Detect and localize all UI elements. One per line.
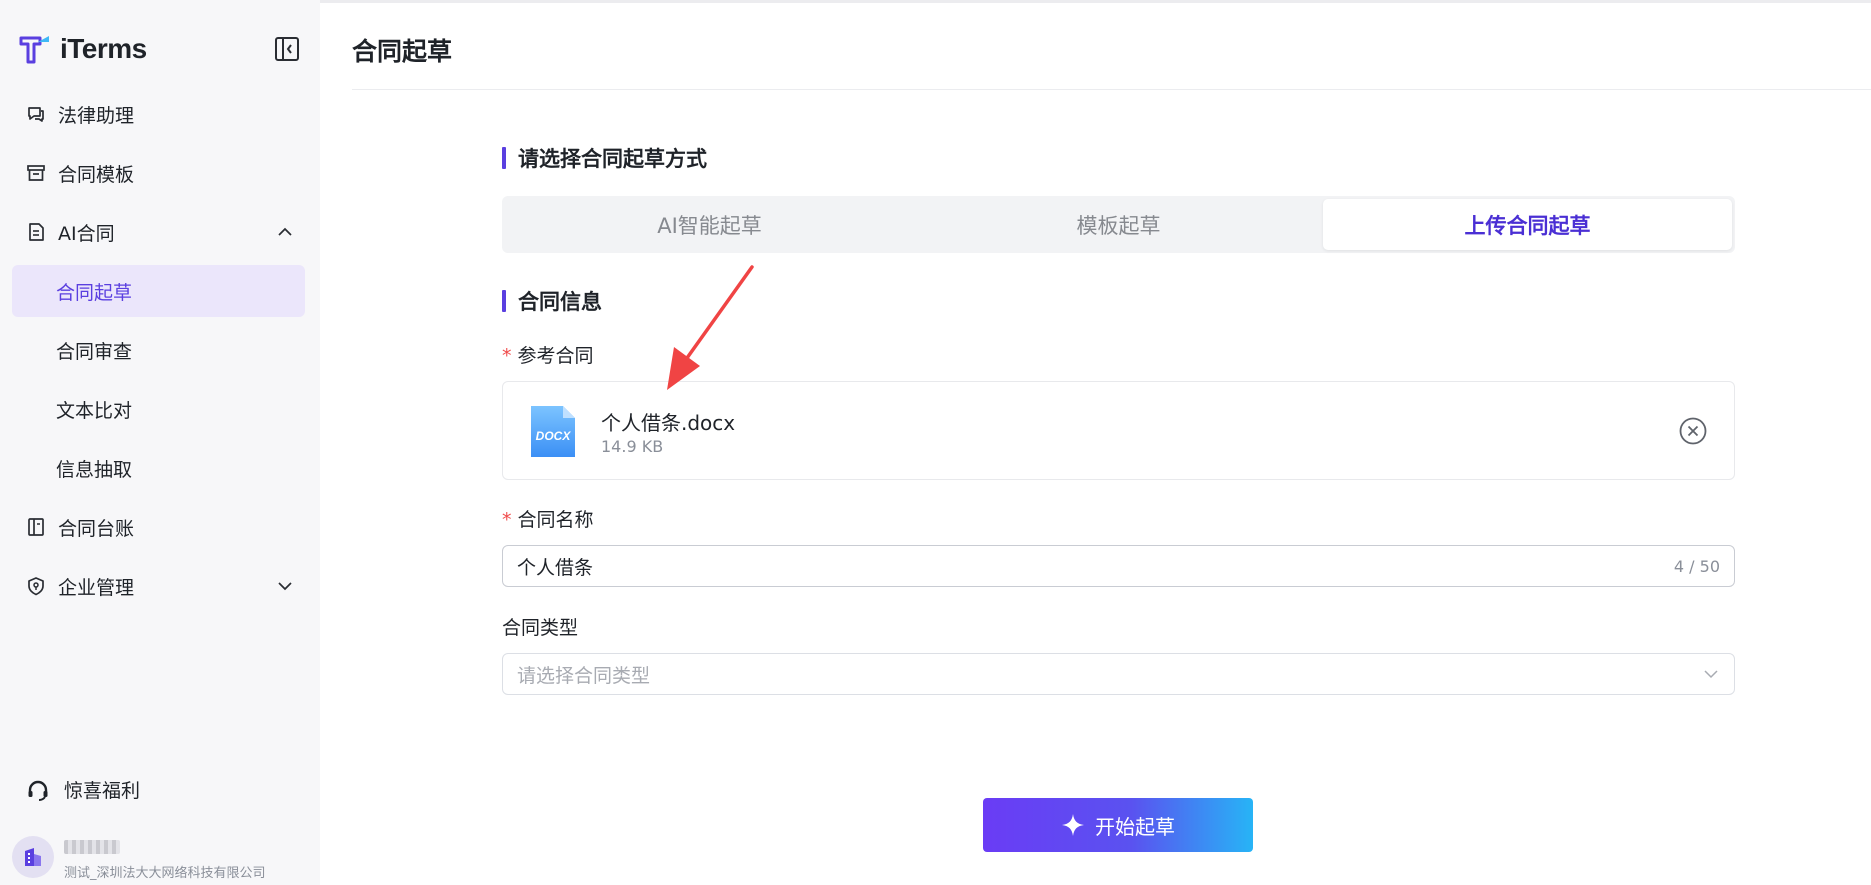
sidebar: iTerms 法律助理 合同模板 AI合同 合同起草 合同审查 文本比对 信息抽… — [0, 0, 320, 885]
tab-upload-drafting[interactable]: 上传合同起草 — [1323, 199, 1732, 250]
start-drafting-label: 开始起草 — [1095, 814, 1175, 839]
sidebar-item-label: AI合同 — [58, 222, 115, 245]
chevron-down-icon — [1704, 670, 1718, 679]
document-icon — [26, 222, 46, 242]
sidebar-item-text-compare[interactable]: 文本比对 — [12, 383, 305, 435]
sparkle-icon — [1062, 814, 1084, 836]
ledger-icon — [26, 517, 46, 537]
collapse-sidebar-icon[interactable] — [274, 36, 300, 62]
contract-name-label: * 合同名称 — [502, 505, 594, 532]
reference-contract-label-text: 参考合同 — [517, 345, 594, 367]
building-icon — [25, 848, 41, 866]
contract-name-label-text: 合同名称 — [517, 509, 594, 531]
sidebar-item-label: 惊喜福利 — [64, 780, 141, 802]
chat-icon — [26, 104, 46, 124]
file-type-badge: DOCX — [536, 429, 572, 443]
sidebar-item-contract-templates[interactable]: 合同模板 — [12, 147, 305, 199]
sidebar-item-surprise-benefits[interactable]: 惊喜福利 — [26, 776, 140, 803]
iterms-logo-icon — [19, 36, 49, 64]
required-mark: * — [502, 509, 512, 531]
contract-name-field[interactable]: 4 / 50 — [502, 545, 1735, 587]
shield-icon — [26, 576, 46, 596]
contract-type-select[interactable]: 请选择合同类型 — [502, 653, 1735, 695]
required-mark: * — [502, 345, 512, 367]
file-size: 14.9 KB — [601, 437, 664, 456]
user-profile[interactable]: 测试_深圳法大大网络科技有限公司 — [12, 836, 266, 881]
contract-type-placeholder: 请选择合同类型 — [517, 664, 651, 687]
file-name: 个人借条.docx — [601, 411, 736, 435]
char-counter: 4 / 50 — [1673, 556, 1720, 576]
sidebar-item-ai-contract[interactable]: AI合同 — [12, 206, 305, 258]
sidebar-item-contract-review[interactable]: 合同审查 — [12, 324, 305, 376]
user-org: 测试_深圳法大大网络科技有限公司 — [64, 866, 266, 881]
title-divider — [352, 89, 1871, 90]
sidebar-item-label: 合同模板 — [58, 163, 135, 186]
sidebar-item-label: 合同台账 — [58, 517, 135, 540]
chevron-up-icon[interactable] — [277, 224, 293, 240]
draft-method-tabs: AI智能起草 模板起草 上传合同起草 — [502, 196, 1735, 253]
info-section-title: 合同信息 — [502, 286, 602, 316]
sidebar-item-label: 信息抽取 — [56, 458, 133, 481]
remove-file-icon[interactable] — [1678, 416, 1708, 446]
sidebar-item-contract-drafting[interactable]: 合同起草 — [12, 265, 305, 317]
user-info: 测试_深圳法大大网络科技有限公司 — [64, 840, 266, 881]
tab-template-drafting[interactable]: 模板起草 — [914, 199, 1323, 250]
sidebar-item-enterprise-management[interactable]: 企业管理 — [12, 560, 305, 612]
method-section-title: 请选择合同起草方式 — [502, 143, 707, 173]
avatar — [12, 836, 54, 878]
brand-logo[interactable]: iTerms — [18, 32, 147, 66]
user-name-redacted — [64, 840, 120, 854]
sidebar-item-label: 企业管理 — [58, 576, 135, 599]
sidebar-item-legal-assistant[interactable]: 法律助理 — [12, 88, 305, 140]
brand-name: iTerms — [60, 33, 147, 64]
sidebar-item-label: 合同起草 — [56, 281, 133, 304]
sidebar-item-label: 合同审查 — [56, 340, 133, 363]
contract-name-input[interactable] — [517, 555, 1674, 577]
reference-contract-label: * 参考合同 — [502, 341, 594, 368]
sidebar-nav: 法律助理 合同模板 AI合同 合同起草 合同审查 文本比对 信息抽取 合同台账 … — [12, 88, 305, 619]
sidebar-item-label: 法律助理 — [58, 104, 135, 127]
docx-file-icon: DOCX — [531, 406, 575, 457]
sidebar-item-contract-ledger[interactable]: 合同台账 — [12, 501, 305, 553]
sidebar-item-info-extraction[interactable]: 信息抽取 — [12, 442, 305, 494]
page-title: 合同起草 — [352, 37, 453, 66]
top-border — [320, 0, 1871, 3]
tab-ai-drafting[interactable]: AI智能起草 — [505, 199, 914, 250]
headset-icon — [28, 780, 48, 801]
archive-icon — [26, 163, 46, 183]
uploaded-file-card: DOCX 个人借条.docx 14.9 KB — [502, 381, 1735, 480]
start-drafting-button[interactable]: 开始起草 — [983, 798, 1253, 852]
contract-type-label: 合同类型 — [502, 617, 579, 639]
chevron-down-icon[interactable] — [277, 578, 293, 594]
sidebar-item-label: 文本比对 — [56, 399, 133, 422]
